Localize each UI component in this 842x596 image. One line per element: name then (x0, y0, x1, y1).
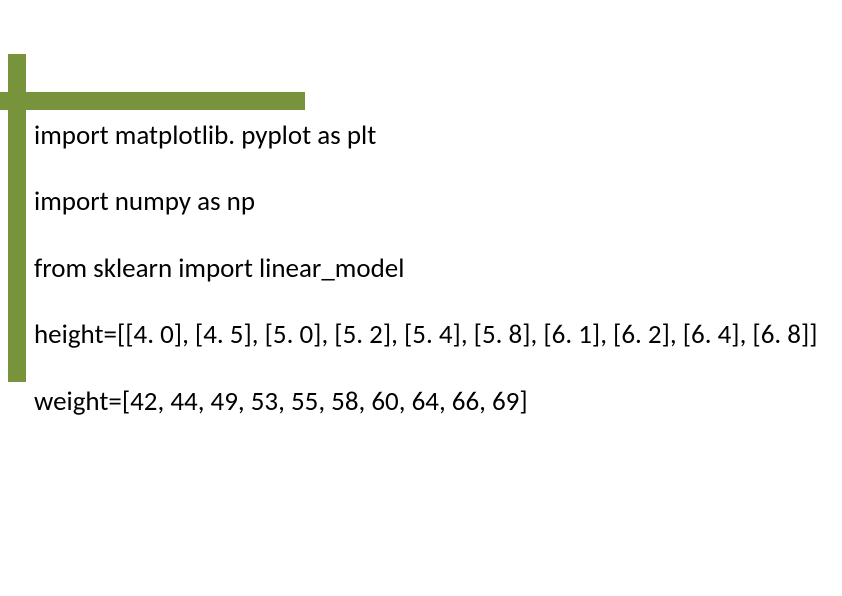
code-line-2: import numpy as np (34, 186, 814, 218)
decorative-horizontal-bar (0, 92, 305, 110)
code-line-4: height=[[4. 0], [4. 5], [5. 0], [5. 2], … (34, 319, 814, 351)
code-block: import matplotlib. pyplot as plt import … (34, 120, 814, 452)
code-line-5: weight=[42, 44, 49, 53, 55, 58, 60, 64, … (34, 386, 814, 418)
code-line-1: import matplotlib. pyplot as plt (34, 120, 814, 152)
code-line-3: from sklearn import linear_model (34, 253, 814, 285)
